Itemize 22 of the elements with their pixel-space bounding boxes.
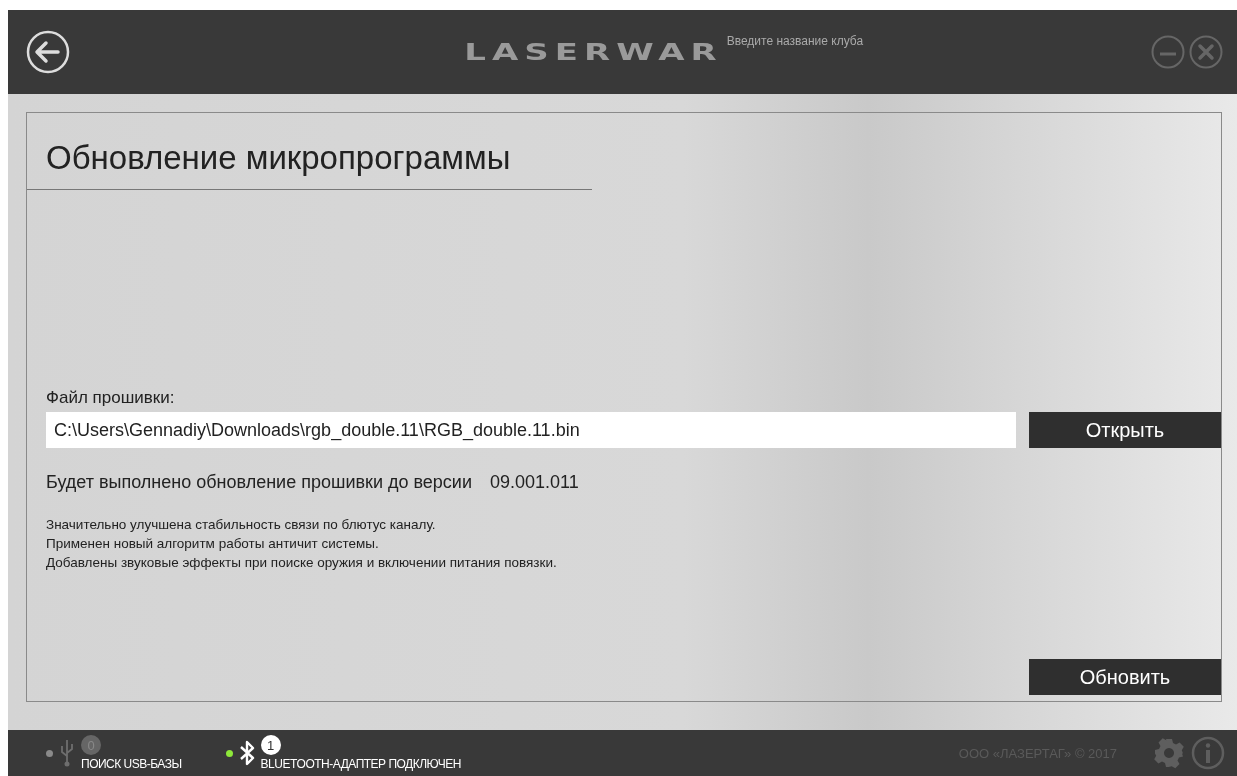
device-status-label: ПОИСК USB-БАЗЫ (81, 757, 182, 771)
info-icon[interactable] (1191, 736, 1225, 770)
usb-icon (59, 738, 75, 768)
bluetooth-icon (238, 738, 255, 768)
version-number: 09.001.011 (489, 472, 579, 493)
settings-icon[interactable] (1153, 737, 1185, 769)
count-badge: 1 (260, 735, 281, 755)
open-button[interactable]: Открыть (1029, 412, 1221, 448)
device-status-label: BLUETOOTH-АДАПТЕР ПОДКЛЮЧЕН (260, 757, 461, 771)
release-note: Значительно улучшена стабильность связи по блютус каналу. (46, 516, 437, 534)
release-note: Применен новый алгоритм работы античит системы. (46, 535, 380, 553)
release-note: Добавлены звуковые эффекты при поиске оружия и включении питания повязки. (46, 554, 558, 572)
file-path-field[interactable]: C:\Users\Gennadiy\Downloads\rgb_double.11\RGB_double.11.bin (46, 412, 1016, 448)
update-button[interactable]: Обновить (1029, 659, 1221, 695)
version-text: Будет выполнено обновление прошивки до версии (46, 472, 472, 493)
back-button[interactable] (26, 30, 70, 74)
close-button[interactable] (1189, 35, 1223, 69)
file-label: Файл прошивки: (46, 388, 176, 408)
club-name-field[interactable]: Введите название клуба (726, 34, 957, 48)
page-title: Обновление микропрограммы (27, 113, 592, 190)
minimize-button[interactable] (1151, 35, 1185, 69)
logo: LASERWAR (464, 39, 723, 65)
